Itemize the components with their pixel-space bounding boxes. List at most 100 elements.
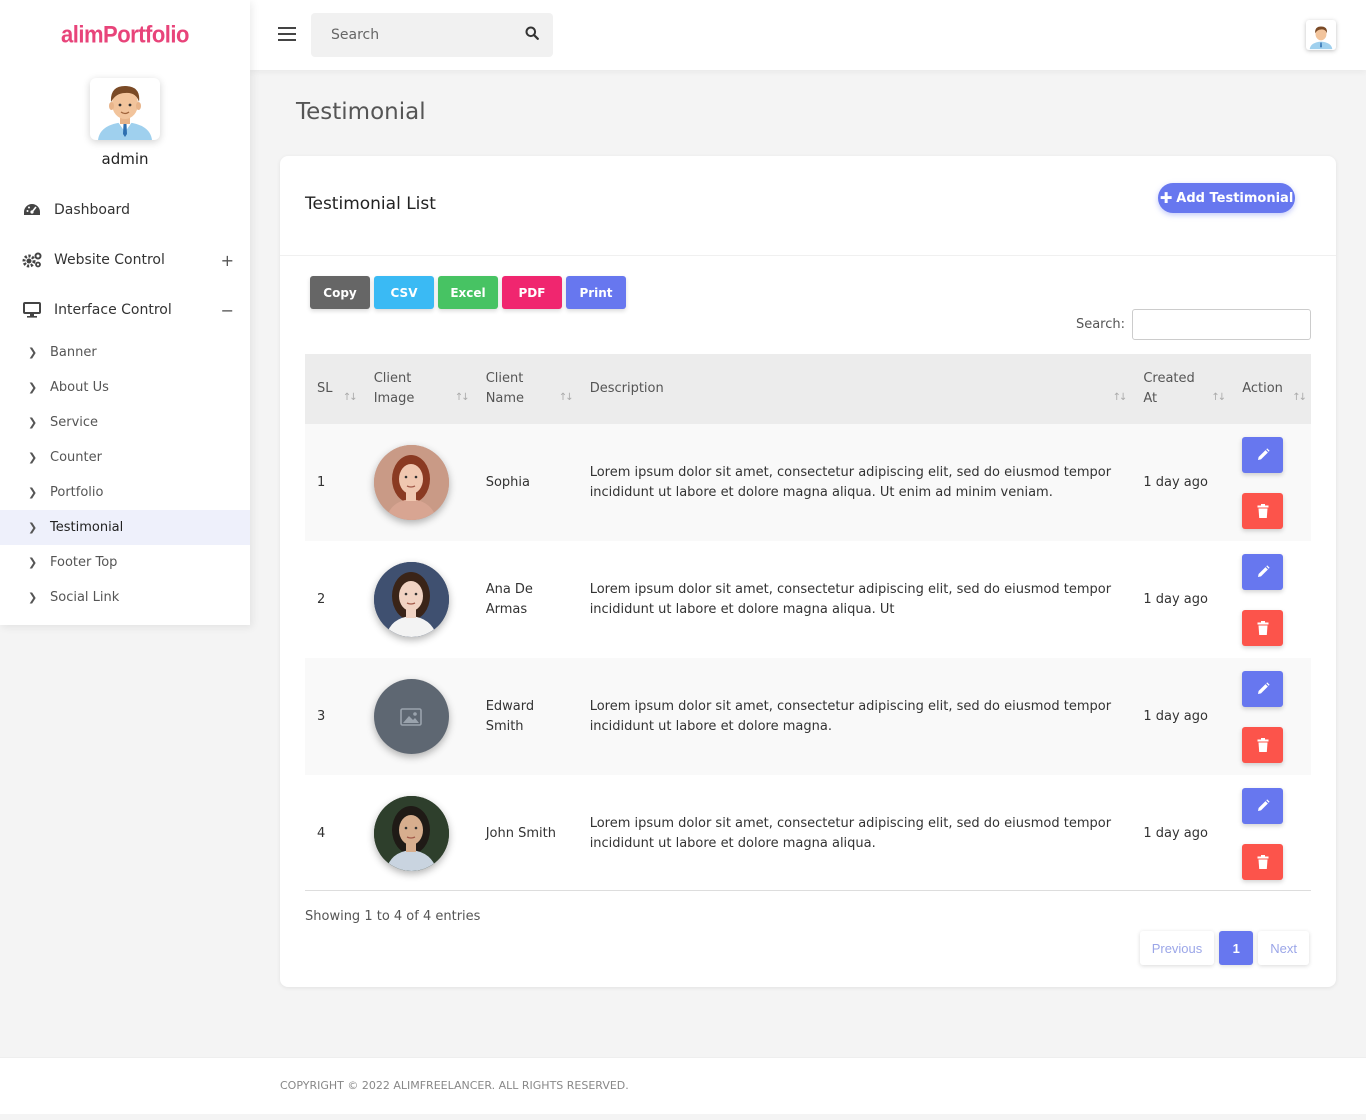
sidebar-item-counter[interactable]: ❯ Counter [0, 440, 250, 475]
edit-button[interactable] [1242, 553, 1284, 590]
sidebar-item-banner[interactable]: ❯ Banner [0, 335, 250, 370]
sort-icon: ↑↓ [1112, 392, 1128, 403]
export-buttons: Copy CSV Excel PDF Print [310, 276, 630, 309]
table-search-label: Search: [1075, 317, 1125, 332]
column-header-client-image[interactable]: Client Image ↑↓ [361, 354, 474, 424]
sort-icon: ↑↓ [454, 392, 470, 403]
sidebar-item-website-control[interactable]: Website Control + [0, 235, 250, 285]
pagination-previous-button[interactable]: Previous [1139, 931, 1215, 965]
pencil-icon [1257, 564, 1270, 577]
client-photo [373, 445, 449, 520]
edit-button[interactable] [1242, 670, 1284, 707]
cell-sl: 2 [305, 541, 362, 658]
table-row: 4 John Smith Lorem ipsum dolor sit amet, c… [305, 775, 1311, 892]
print-button[interactable]: Print [566, 276, 626, 309]
sidebar-item-social-link[interactable]: ❯ Social Link [0, 580, 250, 615]
client-image[interactable] [373, 796, 449, 871]
copyright-text: COPYRIGHT © 2022 ALIMFREELANCER. ALL RIG… [280, 1079, 629, 1092]
chevron-right-icon: ❯ [28, 521, 38, 534]
csv-button[interactable]: CSV [374, 276, 434, 309]
pencil-icon [1257, 681, 1270, 694]
edit-button[interactable] [1242, 436, 1284, 473]
cell-client-image [361, 424, 474, 541]
card-header: Testimonial List ✚ Add Testimonial [280, 156, 1336, 256]
client-image[interactable] [373, 562, 449, 637]
column-header-sl[interactable]: SL ↑↓ [305, 354, 362, 424]
sidebar-item-about-us[interactable]: ❯ About Us [0, 370, 250, 405]
sort-icon: ↑↓ [1211, 392, 1226, 403]
pagination-page-1[interactable]: 1 [1219, 931, 1254, 965]
header-user-avatar[interactable] [1306, 20, 1336, 50]
minus-icon[interactable]: − [221, 301, 234, 320]
delete-button[interactable] [1242, 726, 1284, 763]
user-avatar[interactable] [90, 78, 160, 140]
cell-sl: 1 [305, 424, 362, 541]
chevron-right-icon: ❯ [28, 451, 38, 464]
cell-sl: 4 [305, 775, 362, 892]
excel-button[interactable]: Excel [438, 276, 498, 309]
cell-client-image [361, 541, 474, 658]
edit-button[interactable] [1242, 787, 1284, 824]
copy-button[interactable]: Copy [310, 276, 370, 309]
sidebar-item-portfolio[interactable]: ❯ Portfolio [0, 475, 250, 510]
image-placeholder-icon [400, 707, 422, 726]
client-image[interactable] [373, 445, 449, 520]
testimonial-table: SL ↑↓ Client Image ↑↓ Client Name ↑↓ Descri… [305, 354, 1311, 892]
pencil-icon [1257, 798, 1270, 811]
cell-created-at: 1 day ago [1131, 775, 1231, 892]
header-search [311, 13, 553, 57]
cell-description: Lorem ipsum dolor sit amet, consectetur … [577, 541, 1132, 658]
search-icon[interactable] [525, 26, 539, 45]
search-input[interactable] [331, 27, 525, 43]
cell-client-name: Edward Smith [473, 658, 578, 775]
page-footer: COPYRIGHT © 2022 ALIMFREELANCER. ALL RIG… [0, 1057, 1366, 1114]
trash-icon [1257, 737, 1269, 752]
column-header-description[interactable]: Description ↑↓ [577, 354, 1132, 424]
table-row: 3 Edward Smith Lorem ipsum dolor sit amet,… [305, 658, 1311, 775]
add-testimonial-button[interactable]: ✚ Add Testimonial [1158, 183, 1295, 213]
pagination: Previous 1 Next [1135, 931, 1309, 965]
cell-action [1230, 658, 1311, 775]
sidebar-item-testimonial[interactable]: ❯ Testimonial [0, 510, 250, 545]
pdf-button[interactable]: PDF [502, 276, 562, 309]
client-photo [373, 562, 449, 637]
sidebar-item-footer-top[interactable]: ❯ Footer Top [0, 545, 250, 580]
table-row: 2 Ana De Armas Lorem ipsum dolor sit amet,… [305, 541, 1311, 658]
column-header-action[interactable]: Action ↑↓ [1230, 354, 1311, 424]
chevron-right-icon: ❯ [28, 556, 38, 569]
cell-created-at: 1 day ago [1131, 424, 1231, 541]
column-header-created-at[interactable]: Created At ↑↓ [1131, 354, 1231, 424]
delete-button[interactable] [1242, 843, 1284, 880]
column-header-client-name[interactable]: Client Name ↑↓ [473, 354, 578, 424]
pagination-next-button[interactable]: Next [1258, 931, 1309, 965]
sidebar: alimPortfolio admin Dashboard Website Co… [0, 0, 250, 625]
sidebar-item-service[interactable]: ❯ Service [0, 405, 250, 440]
gauge-icon [22, 202, 42, 218]
sidebar-item-interface-control[interactable]: Interface Control − [0, 285, 250, 335]
hamburger-menu-icon[interactable] [278, 27, 296, 41]
table-row: 1 Sophia Lorem ipsum dolor sit amet, conse… [305, 424, 1311, 541]
pencil-icon [1257, 447, 1270, 460]
cell-created-at: 1 day ago [1131, 658, 1231, 775]
table-search: Search: [1076, 309, 1311, 340]
chevron-right-icon: ❯ [28, 486, 38, 499]
cell-description: Lorem ipsum dolor sit amet, consectetur … [577, 775, 1132, 892]
trash-icon [1257, 854, 1269, 869]
cell-description: Lorem ipsum dolor sit amet, consectetur … [577, 658, 1132, 775]
cell-client-image [361, 775, 474, 892]
plus-icon: ✚ [1159, 189, 1173, 207]
page-title: Testimonial [296, 99, 426, 125]
table-info: Showing 1 to 4 of 4 entries [305, 909, 481, 924]
client-image[interactable] [373, 679, 449, 754]
table-header-row: SL ↑↓ Client Image ↑↓ Client Name ↑↓ Descri… [305, 354, 1311, 424]
delete-button[interactable] [1242, 492, 1284, 529]
brand-logo[interactable]: alimPortfolio [0, 0, 250, 74]
delete-button[interactable] [1242, 609, 1284, 646]
avatar-icon [98, 86, 152, 140]
table-search-input[interactable] [1132, 309, 1311, 340]
cell-action [1230, 541, 1311, 658]
trash-icon [1257, 620, 1269, 635]
plus-icon[interactable]: + [221, 251, 234, 270]
sidebar-item-dashboard[interactable]: Dashboard [0, 185, 250, 235]
client-photo [373, 796, 449, 871]
